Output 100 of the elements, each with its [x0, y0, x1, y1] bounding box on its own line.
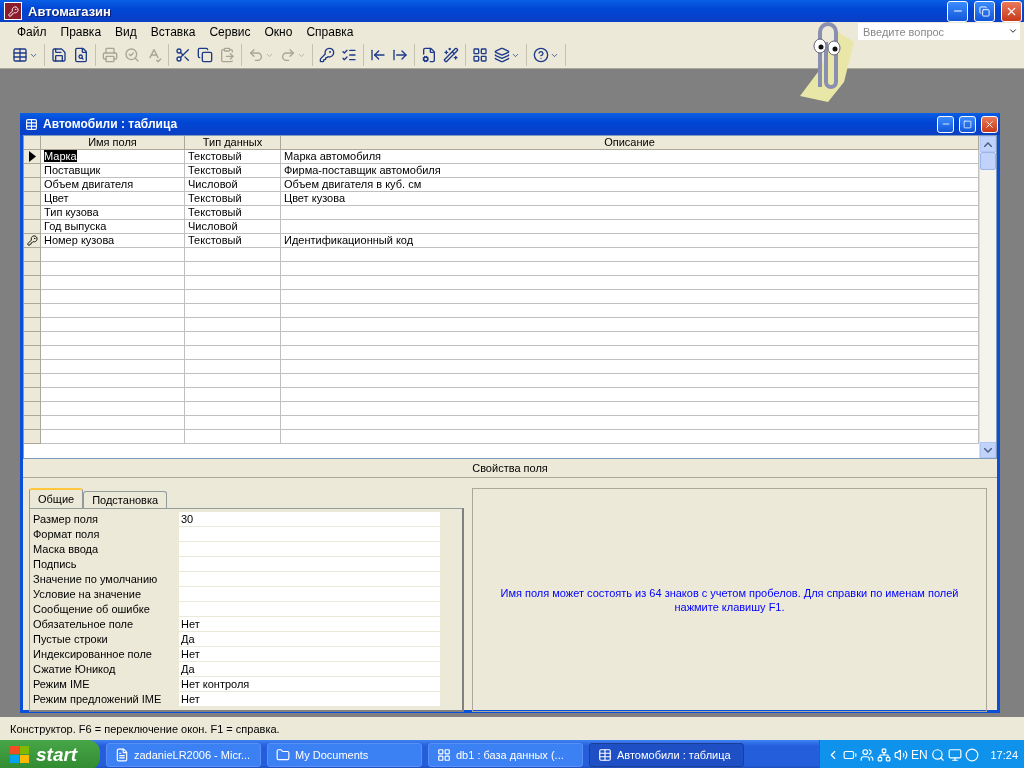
- table-cell[interactable]: Фирма-поставщик автомобиля: [281, 164, 979, 178]
- table-cell[interactable]: [281, 332, 979, 346]
- table-cell[interactable]: [281, 290, 979, 304]
- table-cell[interactable]: [41, 262, 185, 276]
- table-cell[interactable]: [41, 346, 185, 360]
- table-cell[interactable]: Текстовый: [185, 150, 281, 164]
- table-cell[interactable]: [185, 360, 281, 374]
- tab[interactable]: Подстановка: [83, 491, 168, 508]
- close-button[interactable]: [1001, 0, 1022, 22]
- table-cell[interactable]: Числовой: [185, 178, 281, 192]
- table-cell[interactable]: [185, 318, 281, 332]
- table-cell[interactable]: [41, 318, 185, 332]
- column-header[interactable]: Тип данных: [185, 136, 281, 150]
- property-field[interactable]: Да: [179, 662, 440, 676]
- table-cell[interactable]: Текстовый: [185, 192, 281, 206]
- property-field[interactable]: [179, 542, 440, 556]
- table-cell[interactable]: [281, 346, 979, 360]
- table-cell[interactable]: [185, 416, 281, 430]
- scrollbar[interactable]: [979, 136, 996, 458]
- taskbar-button[interactable]: My Documents: [267, 743, 422, 767]
- table-cell[interactable]: [185, 332, 281, 346]
- close-button[interactable]: [981, 115, 998, 133]
- minimize-button[interactable]: [937, 115, 954, 133]
- property-field[interactable]: Нет: [179, 617, 440, 631]
- table-cell[interactable]: [281, 402, 979, 416]
- table-cell[interactable]: [41, 416, 185, 430]
- table-cell[interactable]: [281, 360, 979, 374]
- table-cell[interactable]: [281, 430, 979, 444]
- property-field[interactable]: [179, 587, 440, 601]
- table-cell[interactable]: [281, 276, 979, 290]
- table-cell[interactable]: [185, 290, 281, 304]
- table-cell[interactable]: [185, 402, 281, 416]
- table-cell[interactable]: Числовой: [185, 220, 281, 234]
- maximize-button[interactable]: [959, 115, 976, 133]
- question-field[interactable]: Введите вопрос: [858, 23, 1020, 40]
- table-cell[interactable]: [41, 332, 185, 346]
- table-cell[interactable]: [281, 318, 979, 332]
- table-cell[interactable]: [281, 262, 979, 276]
- table-cell[interactable]: Текстовый: [185, 234, 281, 248]
- taskbar-button[interactable]: Автомобили : таблица: [589, 743, 744, 767]
- table-cell[interactable]: Поставщик: [41, 164, 185, 178]
- row-selector[interactable]: [24, 234, 41, 248]
- property-field[interactable]: [179, 572, 440, 586]
- table-cell[interactable]: [185, 388, 281, 402]
- table-cell[interactable]: Цвет кузова: [281, 192, 979, 206]
- table-cell[interactable]: [281, 220, 979, 234]
- property-field[interactable]: [179, 602, 440, 616]
- table-cell[interactable]: [281, 374, 979, 388]
- row-selector[interactable]: [24, 150, 41, 164]
- table-cell[interactable]: Номер кузова: [41, 234, 185, 248]
- table-cell[interactable]: [41, 360, 185, 374]
- table-cell[interactable]: Идентификационный код: [281, 234, 979, 248]
- taskbar-button[interactable]: zadanieLR2006 - Micr...: [106, 743, 261, 767]
- table-cell[interactable]: [281, 206, 979, 220]
- table-cell[interactable]: Марка автомобиля: [281, 150, 979, 164]
- table-cell[interactable]: Текстовый: [185, 164, 281, 178]
- property-field[interactable]: 30: [179, 512, 440, 526]
- table-cell[interactable]: [185, 248, 281, 262]
- menu-item[interactable]: Сервис: [202, 25, 258, 39]
- tab[interactable]: Общие: [29, 488, 84, 508]
- scroll-up-button[interactable]: [980, 136, 996, 152]
- table-cell[interactable]: [41, 276, 185, 290]
- column-header[interactable]: Имя поля: [41, 136, 185, 150]
- taskbar-button[interactable]: db1 : база данных (...: [428, 743, 583, 767]
- table-cell[interactable]: [185, 276, 281, 290]
- table-cell[interactable]: [185, 430, 281, 444]
- table-cell[interactable]: Объем двигателя в куб. см: [281, 178, 979, 192]
- table-cell[interactable]: [185, 304, 281, 318]
- restore-button[interactable]: [974, 0, 995, 22]
- table-cell[interactable]: [281, 388, 979, 402]
- property-field[interactable]: Нет: [179, 647, 440, 661]
- table-cell[interactable]: [185, 374, 281, 388]
- table-cell[interactable]: [41, 430, 185, 444]
- column-header[interactable]: Описание: [281, 136, 979, 150]
- scroll-down-button[interactable]: [980, 442, 996, 458]
- menu-item[interactable]: Файл: [10, 25, 54, 39]
- table-cell[interactable]: [41, 304, 185, 318]
- table-cell[interactable]: [41, 388, 185, 402]
- table-cell[interactable]: Цвет: [41, 192, 185, 206]
- property-field[interactable]: Нет: [179, 692, 440, 706]
- table-cell[interactable]: [41, 402, 185, 416]
- menu-item[interactable]: Окно: [257, 25, 300, 39]
- table-cell[interactable]: Тип кузова: [41, 206, 185, 220]
- start-button[interactable]: start: [0, 740, 100, 768]
- table-cell[interactable]: Год выпуска: [41, 220, 185, 234]
- table-cell[interactable]: [281, 248, 979, 262]
- table-cell[interactable]: [185, 346, 281, 360]
- table-cell[interactable]: [41, 290, 185, 304]
- menu-item[interactable]: Вставка: [143, 25, 203, 39]
- scroll-thumb[interactable]: [980, 152, 996, 170]
- minimize-button[interactable]: [947, 0, 968, 22]
- table-cell[interactable]: [41, 374, 185, 388]
- table-cell[interactable]: [281, 416, 979, 430]
- table-cell[interactable]: Объем двигателя: [41, 178, 185, 192]
- table-cell[interactable]: [281, 304, 979, 318]
- property-field[interactable]: Нет контроля: [179, 677, 440, 691]
- property-field[interactable]: [179, 557, 440, 571]
- menu-item[interactable]: Правка: [53, 25, 109, 39]
- table-cell[interactable]: Текстовый: [185, 206, 281, 220]
- menu-item[interactable]: Вид: [108, 25, 144, 39]
